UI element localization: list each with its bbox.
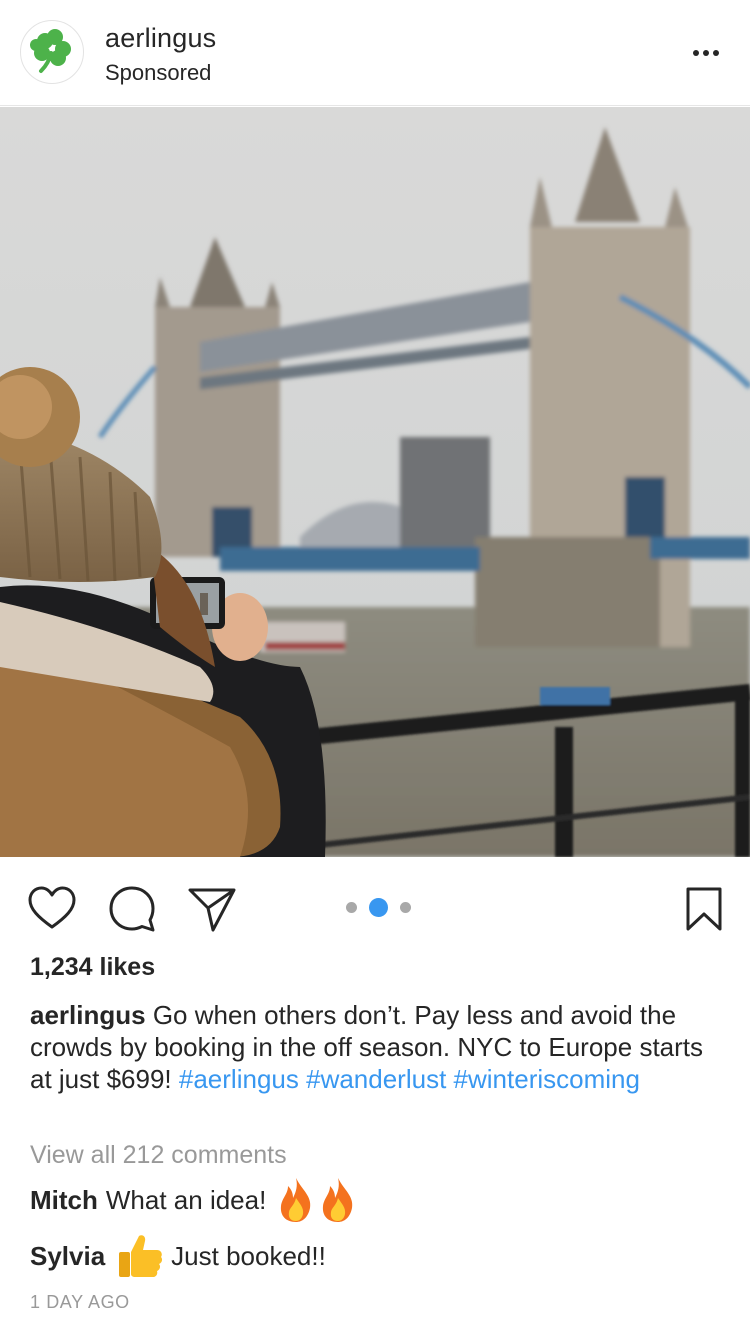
bookmark-icon[interactable] xyxy=(678,883,730,935)
more-dot-icon xyxy=(713,50,719,56)
post-caption: aerlingus Go when others don’t. Pay less… xyxy=(30,999,720,1095)
hashtag-link[interactable]: #winteriscoming xyxy=(454,1064,640,1094)
more-options-button[interactable] xyxy=(684,36,728,70)
sponsored-label: Sponsored xyxy=(105,60,212,85)
caption-username[interactable]: aerlingus xyxy=(30,1000,146,1030)
shamrock-icon xyxy=(30,29,71,73)
comment-username[interactable]: Sylvia xyxy=(30,1241,105,1272)
comment-username[interactable]: Mitch xyxy=(30,1185,98,1216)
view-all-comments-link[interactable]: View all 212 comments xyxy=(30,1141,287,1170)
post-username[interactable]: aerlingus xyxy=(105,23,216,54)
likes-count[interactable]: 1,234 likes xyxy=(30,953,155,982)
caption-text-1: Go when others don’t. Pay less and avoid xyxy=(152,1000,633,1030)
carousel-indicator xyxy=(346,897,418,917)
carousel-dot[interactable] xyxy=(346,901,357,913)
fire-emoji xyxy=(323,1178,353,1222)
comment-row: Sylvia Just booked!! xyxy=(30,1228,326,1284)
thumbs-up-emoji xyxy=(119,1235,163,1277)
carousel-dot[interactable] xyxy=(400,901,411,913)
share-icon[interactable] xyxy=(186,883,238,935)
comment-row: Mitch What an idea! xyxy=(30,1174,358,1226)
post-timestamp: 1 DAY AGO xyxy=(30,1292,130,1312)
more-dot-icon xyxy=(693,50,699,56)
avatar[interactable] xyxy=(20,20,84,84)
fire-emoji xyxy=(281,1178,311,1222)
post-header: aerlingus Sponsored xyxy=(0,0,750,106)
heart-icon[interactable] xyxy=(26,883,78,935)
carousel-dot-active[interactable] xyxy=(369,897,388,917)
more-dot-icon xyxy=(703,50,709,56)
tower-bridge-photo xyxy=(0,107,750,857)
post-photo[interactable] xyxy=(0,107,750,857)
comment-icon[interactable] xyxy=(106,883,158,935)
hashtag-link[interactable]: #wanderlust xyxy=(306,1064,446,1094)
comment-text: What an idea! xyxy=(105,1184,267,1215)
comment-text: Just booked!! xyxy=(171,1240,326,1271)
hashtag-link[interactable]: #aerlingus xyxy=(179,1064,299,1094)
